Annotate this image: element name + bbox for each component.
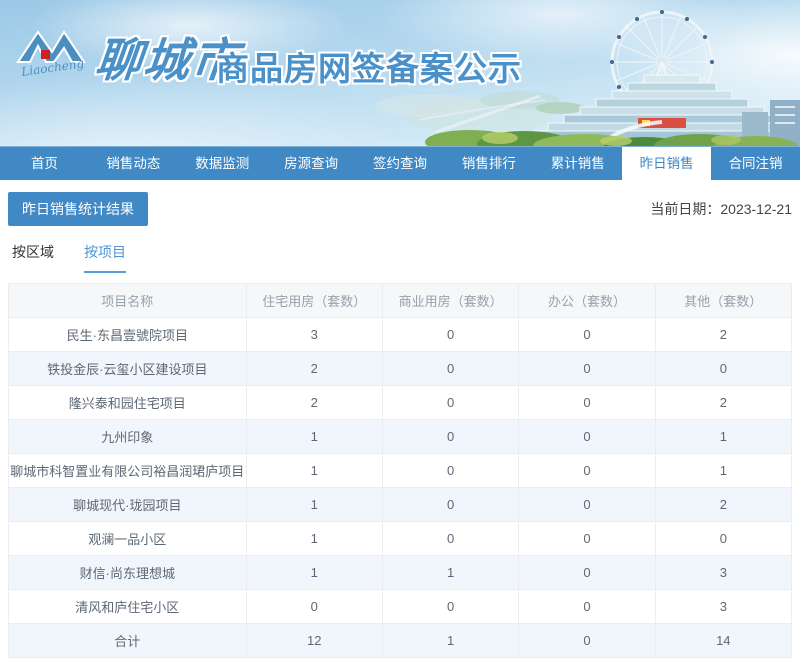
content-head: 昨日销售统计结果 当前日期：2023-12-21 [8, 192, 792, 226]
table-row: 财信·尚东理想城 1 1 0 3 [8, 555, 793, 590]
value-cell: 0 [381, 521, 520, 556]
value-cell: 1 [245, 453, 383, 488]
table-row: 九州印象 1 0 0 1 [8, 419, 793, 454]
value-cell: 1 [245, 521, 383, 556]
value-cell: 3 [245, 317, 383, 352]
nav-item-1[interactable]: 首页 [0, 147, 89, 180]
value-cell: 1 [381, 623, 520, 658]
nav-item-6[interactable]: 销售排行 [444, 147, 533, 180]
value-cell: 0 [381, 419, 520, 454]
nav-item-4[interactable]: 房源查询 [267, 147, 356, 180]
project-name-cell: 观澜一品小区 [8, 521, 247, 556]
content: 昨日销售统计结果 当前日期：2023-12-21 按区域 按项目 项目名称 住宅用房… [0, 192, 800, 658]
value-cell: 1 [245, 555, 383, 590]
table-header-cell: 项目名称 [8, 283, 247, 318]
value-cell: 0 [381, 453, 520, 488]
value-cell: 2 [654, 317, 793, 352]
value-cell: 0 [381, 317, 520, 352]
value-cell: 0 [518, 623, 656, 658]
value-cell: 1 [245, 419, 383, 454]
value-cell: 0 [518, 487, 656, 522]
value-cell: 1 [654, 453, 793, 488]
nav-item-8[interactable]: 昨日销售 [622, 147, 712, 180]
value-cell: 0 [381, 385, 520, 420]
table-header-cell: 办公（套数） [518, 283, 656, 318]
value-cell: 0 [518, 317, 656, 352]
value-cell: 0 [518, 385, 656, 420]
main-nav: 首页 销售动态 数据监测 房源查询 签约查询 销售排行 累计销售 昨日销售 合同注销 [0, 147, 800, 180]
project-name-cell: 隆兴泰和园住宅项目 [8, 385, 247, 420]
table-header-row: 项目名称 住宅用房（套数） 商业用房（套数） 办公（套数） 其他（套数） [8, 283, 793, 318]
nav-item-5[interactable]: 签约查询 [356, 147, 445, 180]
value-cell: 0 [381, 351, 520, 386]
brand: Liaocheng 聊城市 商品房网签备案公示 [0, 0, 640, 146]
value-cell: 0 [245, 589, 383, 624]
project-name-cell: 清风和庐住宅小区 [8, 589, 247, 624]
project-name-cell: 聊城现代·珑园项目 [8, 487, 247, 522]
view-tabs: 按区域 按项目 [8, 242, 792, 273]
table-header-cell: 其他（套数） [654, 283, 793, 318]
value-cell: 0 [654, 521, 793, 556]
value-cell: 14 [654, 623, 793, 658]
site-header: Liaocheng 聊城市 商品房网签备案公示 [0, 0, 800, 147]
site-title: 商品房网签备案公示 [216, 50, 522, 87]
value-cell: 0 [518, 453, 656, 488]
nav-item-2[interactable]: 销售动态 [89, 147, 178, 180]
value-cell: 0 [518, 419, 656, 454]
value-cell: 2 [654, 487, 793, 522]
project-name-cell: 九州印象 [8, 419, 247, 454]
table-row: 民生·东昌壹號院项目 3 0 0 2 [8, 317, 793, 352]
project-name-cell: 聊城市科智置业有限公司裕昌润珺庐项目 [8, 453, 247, 488]
value-cell: 0 [654, 351, 793, 386]
liaocheng-logo-icon: Liaocheng [16, 30, 86, 79]
table-head: 项目名称 住宅用房（套数） 商业用房（套数） 办公（套数） 其他（套数） [8, 283, 793, 318]
nav-item-7[interactable]: 累计销售 [533, 147, 622, 180]
table-row: 清风和庐住宅小区 0 0 0 3 [8, 589, 793, 624]
table-row: 隆兴泰和园住宅项目 2 0 0 2 [8, 385, 793, 420]
value-cell: 1 [245, 487, 383, 522]
view-tab-2[interactable]: 按项目 [84, 242, 126, 273]
view-tab-1[interactable]: 按区域 [12, 242, 54, 273]
value-cell: 0 [518, 589, 656, 624]
value-cell: 0 [518, 555, 656, 590]
project-name-cell: 铁投金辰·云玺小区建设项目 [8, 351, 247, 386]
nav-item-3[interactable]: 数据监测 [178, 147, 267, 180]
current-date: 当前日期：2023-12-21 [650, 199, 792, 219]
current-date-value: 2023-12-21 [720, 201, 792, 217]
project-name-cell: 合计 [8, 623, 247, 658]
table-row: 铁投金辰·云玺小区建设项目 2 0 0 0 [8, 351, 793, 386]
sales-stats-table: 项目名称 住宅用房（套数） 商业用房（套数） 办公（套数） 其他（套数） 民生·东昌壹號… [8, 283, 793, 658]
value-cell: 3 [654, 555, 793, 590]
value-cell: 0 [381, 589, 520, 624]
table-row: 聊城现代·珑园项目 1 0 0 2 [8, 487, 793, 522]
section-title-badge: 昨日销售统计结果 [8, 192, 148, 226]
nav-item-9[interactable]: 合同注销 [711, 147, 800, 180]
value-cell: 0 [381, 487, 520, 522]
table-row: 观澜一品小区 1 0 0 0 [8, 521, 793, 556]
value-cell: 1 [381, 555, 520, 590]
table-body: 民生·东昌壹號院项目 3 0 0 2 铁投金辰·云玺小区建设项目 2 0 0 0 隆兴泰和园住宅项目… [8, 317, 793, 658]
table-header-cell: 住宅用房（套数） [245, 283, 383, 318]
value-cell: 3 [654, 589, 793, 624]
value-cell: 12 [245, 623, 383, 658]
value-cell: 1 [654, 419, 793, 454]
current-date-label: 当前日期： [650, 201, 721, 217]
table-row: 聊城市科智置业有限公司裕昌润珺庐项目 1 0 0 1 [8, 453, 793, 488]
project-name-cell: 财信·尚东理想城 [8, 555, 247, 590]
project-name-cell: 民生·东昌壹號院项目 [8, 317, 247, 352]
value-cell: 0 [518, 521, 656, 556]
value-cell: 2 [654, 385, 793, 420]
value-cell: 2 [245, 351, 383, 386]
table-row: 合计 12 1 0 14 [8, 623, 793, 658]
value-cell: 0 [518, 351, 656, 386]
value-cell: 2 [245, 385, 383, 420]
table-header-cell: 商业用房（套数） [381, 283, 520, 318]
